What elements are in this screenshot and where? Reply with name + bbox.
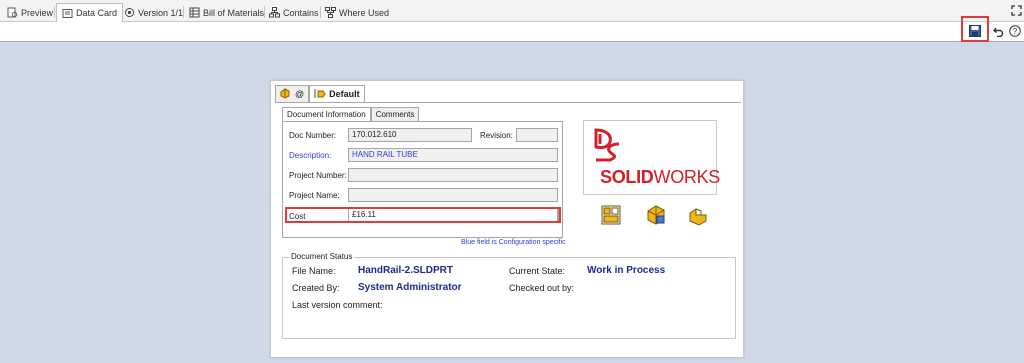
- logo-word-bold: SOLID: [600, 167, 654, 187]
- file-name-value: HandRail-2.SLDPRT: [358, 265, 454, 276]
- tab-label: Preview: [21, 7, 54, 18]
- created-by-value: System Administrator: [358, 282, 462, 293]
- document-status-title: Document Status: [289, 252, 355, 261]
- card-layout-icon[interactable]: [601, 205, 621, 225]
- project-name-label: Project Name:: [289, 191, 340, 200]
- tab-data-card[interactable]: Data Card: [56, 3, 124, 22]
- toolbar: ?: [0, 16, 1024, 42]
- project-number-field[interactable]: [348, 168, 558, 182]
- description-field[interactable]: HAND RAIL TUBE: [348, 148, 558, 162]
- tab-divider: [275, 102, 741, 103]
- last-version-comment-label: Last version comment:: [292, 300, 383, 310]
- where-used-icon: [325, 7, 336, 18]
- tab-contains[interactable]: Contains: [264, 3, 324, 22]
- svg-text:?: ?: [1013, 27, 1018, 36]
- project-name-field[interactable]: [348, 188, 558, 202]
- description-label: Description:: [289, 151, 332, 160]
- current-state-value: Work in Process: [587, 265, 666, 276]
- save-button[interactable]: [968, 25, 982, 39]
- tab-label: Bill of Materials: [203, 7, 265, 18]
- configuration-note: Blue field is Configuration specific: [461, 239, 566, 246]
- bill-of-materials-icon: [189, 7, 200, 18]
- ds-logo-icon: [592, 128, 622, 164]
- part-icon[interactable]: [645, 204, 667, 226]
- file-name-label: File Name:: [292, 266, 336, 276]
- save-icon: [969, 25, 981, 39]
- doc-number-field[interactable]: 170.012.610: [348, 128, 472, 142]
- expand-icon[interactable]: [1010, 4, 1022, 16]
- cost-highlight: [285, 207, 561, 223]
- revision-field[interactable]: [516, 128, 558, 142]
- help-icon: ?: [1009, 25, 1021, 39]
- preview-icon: [7, 7, 18, 18]
- help-button[interactable]: ?: [1008, 25, 1022, 39]
- tab-version[interactable]: Version 1/1: [119, 3, 188, 22]
- tab-label: Version 1/1: [138, 7, 184, 18]
- checked-out-by-label: Checked out by:: [509, 283, 575, 293]
- tab-where-used[interactable]: Where Used: [320, 3, 394, 22]
- undo-icon: [992, 26, 1004, 39]
- config-tab-label: @: [295, 89, 305, 99]
- tab-divider: [54, 6, 55, 18]
- data-card-icon: [62, 8, 73, 19]
- tab-default-configuration[interactable]: Default: [309, 85, 365, 102]
- version-icon: [124, 7, 135, 18]
- tab-label: Where Used: [339, 7, 390, 18]
- tab-comments[interactable]: Comments: [370, 107, 420, 121]
- solidworks-logo: SOLIDWORKS: [583, 120, 720, 195]
- tab-bill-of-materials[interactable]: Bill of Materials: [184, 3, 269, 22]
- undo-button[interactable]: [992, 25, 1004, 39]
- current-state-label: Current State:: [509, 266, 566, 276]
- configuration-tabs: @ Default: [275, 85, 365, 102]
- tab-part-configuration[interactable]: @: [275, 85, 310, 102]
- project-number-label: Project Number:: [289, 171, 347, 180]
- contains-icon: [269, 7, 280, 18]
- document-status-group: Document Status File Name: HandRail-2.SL…: [282, 252, 736, 339]
- card-sub-tabs: Document Information Comments: [282, 107, 420, 121]
- config-tab-label: Default: [329, 89, 360, 99]
- part-config-icon: [280, 87, 292, 101]
- config-part-icon[interactable]: [687, 204, 709, 226]
- configuration-icon: [314, 88, 326, 101]
- tab-document-information[interactable]: Document Information: [282, 107, 371, 121]
- doc-number-label: Doc Number:: [289, 131, 337, 140]
- solidworks-wordmark: SOLIDWORKS: [600, 167, 720, 188]
- data-card: @ Default Document Information Comments …: [270, 80, 744, 358]
- created-by-label: Created By:: [292, 283, 340, 293]
- tab-bar: Preview Data Card Version 1/1 Bill of Ma…: [0, 0, 1024, 22]
- tab-label: Contains: [283, 7, 319, 18]
- logo-word-light: WORKS: [653, 167, 721, 187]
- revision-label: Revision:: [480, 131, 513, 140]
- tab-label: Data Card: [76, 8, 118, 18]
- tab-preview[interactable]: Preview: [2, 3, 58, 22]
